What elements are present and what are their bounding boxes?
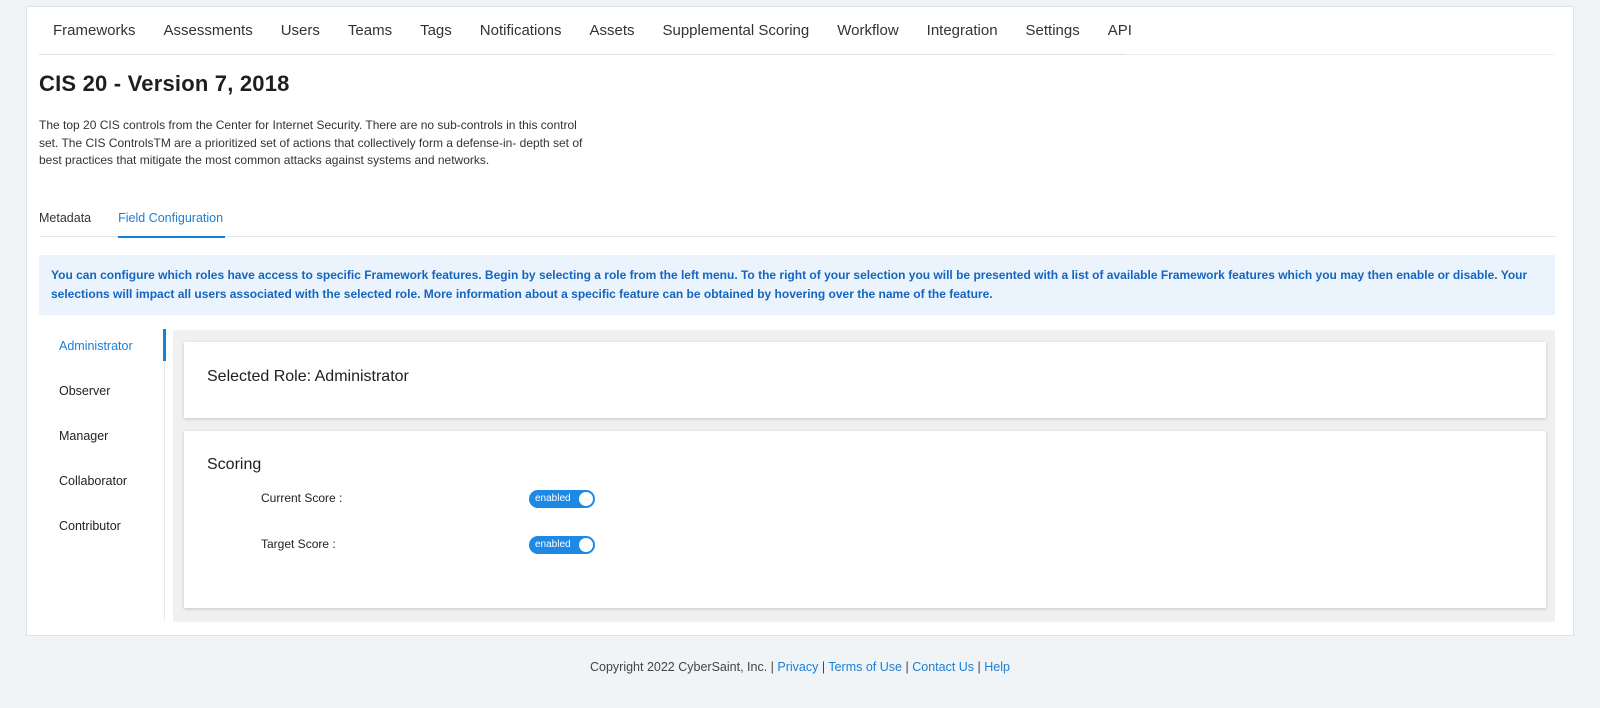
selected-role-indicator xyxy=(163,329,166,361)
scoring-heading: Scoring xyxy=(207,456,262,473)
page-title: CIS 20 - Version 7, 2018 xyxy=(39,71,290,96)
privacy-link[interactable]: Privacy xyxy=(777,660,818,674)
toggle-knob xyxy=(579,492,593,506)
nav-teams[interactable]: Teams xyxy=(334,7,406,55)
copyright-text: Copyright 2022 CyberSaint, Inc. xyxy=(589,660,768,674)
framework-description: The top 20 CIS controls from the Center … xyxy=(39,118,583,167)
target-score-toggle[interactable]: enabled xyxy=(529,536,595,554)
nav-assets[interactable]: Assets xyxy=(575,7,648,55)
main-card: Frameworks Assessments Users Teams Tags … xyxy=(26,6,1574,636)
info-banner: You can configure which roles have acces… xyxy=(39,255,1555,315)
scoring-panel: Scoring Current Score : enabled Target S… xyxy=(184,431,1546,608)
role-menu: Administrator Observer Manager Collabora… xyxy=(39,329,166,621)
tab-bar: Metadata Field Configuration xyxy=(39,207,1555,238)
selected-role-panel: Selected Role: Administrator xyxy=(184,342,1546,418)
contact-us-link[interactable]: Contact Us xyxy=(912,660,974,674)
current-score-label: Current Score : xyxy=(261,491,343,505)
nav-notifications[interactable]: Notifications xyxy=(466,7,576,55)
nav-assessments[interactable]: Assessments xyxy=(150,7,267,55)
role-collaborator[interactable]: Collaborator xyxy=(59,474,127,488)
nav-users[interactable]: Users xyxy=(267,7,334,55)
toggle-knob xyxy=(579,538,593,552)
role-contributor[interactable]: Contributor xyxy=(59,519,121,533)
footer: Copyright 2022 CyberSaint, Inc. | Privac… xyxy=(589,660,1010,674)
nav-workflow[interactable]: Workflow xyxy=(823,7,912,55)
tab-metadata[interactable]: Metadata xyxy=(39,207,91,237)
role-administrator[interactable]: Administrator xyxy=(59,339,133,353)
nav-supplemental-scoring[interactable]: Supplemental Scoring xyxy=(648,7,823,55)
role-manager[interactable]: Manager xyxy=(59,429,108,443)
target-score-label: Target Score : xyxy=(261,537,336,551)
top-navigation: Frameworks Assessments Users Teams Tags … xyxy=(39,7,1132,55)
current-score-toggle[interactable]: enabled xyxy=(529,490,595,508)
nav-tags[interactable]: Tags xyxy=(406,7,466,55)
role-observer[interactable]: Observer xyxy=(59,384,110,398)
terms-of-use-link[interactable]: Terms of Use xyxy=(828,660,902,674)
nav-divider xyxy=(1123,54,1555,55)
target-score-toggle-text: enabled xyxy=(535,539,571,550)
nav-settings[interactable]: Settings xyxy=(1012,7,1094,55)
help-link[interactable]: Help xyxy=(984,660,1010,674)
current-score-toggle-text: enabled xyxy=(535,493,571,504)
selected-role-heading: Selected Role: Administrator xyxy=(207,368,409,385)
nav-integration[interactable]: Integration xyxy=(913,7,1012,55)
role-config-area: Selected Role: Administrator Scoring Cur… xyxy=(173,330,1555,622)
nav-api[interactable]: API xyxy=(1094,7,1146,55)
tab-field-configuration[interactable]: Field Configuration xyxy=(118,207,225,238)
nav-frameworks[interactable]: Frameworks xyxy=(39,7,150,55)
